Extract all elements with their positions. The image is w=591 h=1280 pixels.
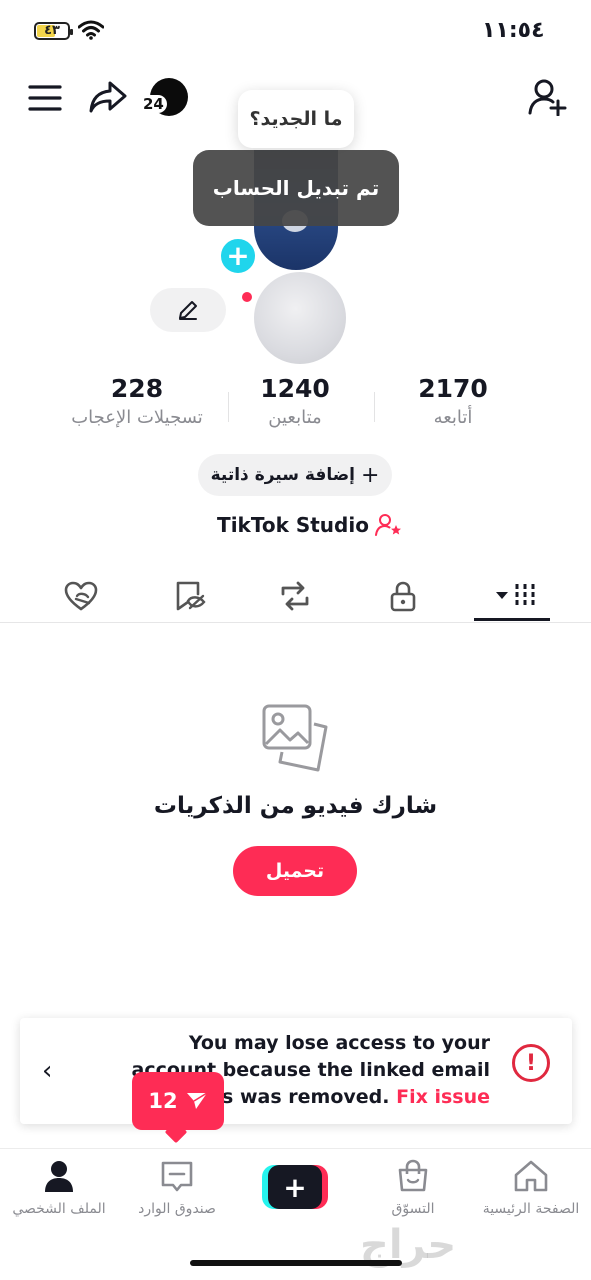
profile-icon (45, 1161, 73, 1192)
nav-profile[interactable]: الملف الشخصي (0, 1159, 118, 1217)
tab-private[interactable] (368, 570, 438, 622)
creator-star-icon (374, 514, 401, 536)
plus-icon: + (360, 462, 380, 488)
following-label: أتابعه (433, 407, 473, 428)
send-icon (186, 1092, 208, 1109)
battery-percent: ٤٣ (44, 23, 60, 38)
share-icon[interactable] (88, 80, 128, 114)
plus-icon: + (268, 1165, 322, 1209)
notification-dot (242, 292, 252, 302)
inbox-badge-count: 12 (148, 1089, 178, 1113)
videos-grid-icon (496, 584, 535, 608)
unread-count: 24 (140, 95, 167, 113)
inbox-message-badge[interactable]: 12 (132, 1072, 224, 1130)
account-switched-toast: تم تبديل الحساب (193, 150, 399, 226)
add-bio-label: إضافة سيرة ذاتية (210, 465, 355, 485)
nav-inbox[interactable]: صندوق الوارد (118, 1159, 236, 1217)
following-stat[interactable]: 2170 أتابعه (378, 374, 528, 428)
whats-new-tooltip[interactable]: ما الجديد؟ (238, 90, 354, 148)
nav-profile-label: الملف الشخصي (12, 1201, 106, 1217)
upload-button[interactable]: تحميل (233, 846, 357, 896)
nav-home[interactable]: الصفحة الرئيسية (472, 1159, 590, 1217)
likes-label: تسجيلات الإعجاب (71, 407, 203, 428)
followers-stat[interactable]: 1240 متابعين (220, 374, 370, 428)
menu-icon[interactable] (28, 84, 62, 112)
bookmark-hidden-icon (176, 581, 206, 611)
edit-profile-button[interactable] (150, 288, 226, 332)
tabs-divider (0, 622, 591, 623)
add-friend-icon[interactable] (528, 78, 568, 116)
nav-shop-label: التسوّق (391, 1201, 435, 1217)
chevron-left-icon[interactable]: ‹ (42, 1056, 52, 1086)
heart-hidden-icon (64, 581, 98, 611)
stat-divider (374, 392, 375, 422)
create-button[interactable]: + (262, 1165, 328, 1209)
repost-icon (281, 581, 309, 611)
empty-state-title: شارك فيديو من الذكريات (153, 793, 438, 819)
wifi-icon (78, 20, 104, 40)
battery-indicator: ٤٣ (34, 22, 73, 40)
pencil-icon (179, 301, 197, 320)
status-time: ١١:٥٤ (482, 18, 545, 43)
home-indicator (190, 1260, 402, 1266)
followers-label: متابعين (268, 407, 322, 428)
username-blurred (254, 272, 346, 364)
nav-shop[interactable]: التسوّق (354, 1159, 472, 1217)
inbox-icon (161, 1161, 193, 1192)
tiktok-studio-link[interactable]: TikTok Studio (200, 510, 420, 540)
account-switch-avatar[interactable]: 24 (140, 76, 190, 118)
likes-count: 228 (110, 374, 164, 403)
lock-icon (390, 581, 416, 612)
studio-label: TikTok Studio (217, 513, 369, 537)
shopping-bag-icon (398, 1159, 428, 1192)
add-bio-button[interactable]: + إضافة سيرة ذاتية (198, 454, 392, 496)
followers-count: 1240 (260, 374, 330, 403)
photos-icon (262, 704, 328, 772)
add-photo-button[interactable]: + (218, 236, 258, 276)
home-icon (514, 1160, 548, 1192)
nav-inbox-label: صندوق الوارد (138, 1201, 216, 1217)
active-tab-indicator (474, 618, 550, 621)
tab-reposts[interactable] (260, 570, 330, 622)
tab-videos[interactable] (476, 570, 546, 622)
nav-home-label: الصفحة الرئيسية (482, 1201, 580, 1217)
tab-liked[interactable] (46, 570, 116, 622)
following-count: 2170 (418, 374, 488, 403)
alert-icon: ! (512, 1044, 550, 1082)
account-warning-banner[interactable]: ‹ You may lose access to your account be… (20, 1018, 572, 1124)
tab-favorites[interactable] (154, 570, 224, 622)
fix-issue-link[interactable]: Fix issue (396, 1086, 490, 1108)
likes-stat[interactable]: 228 تسجيلات الإعجاب (62, 374, 212, 428)
